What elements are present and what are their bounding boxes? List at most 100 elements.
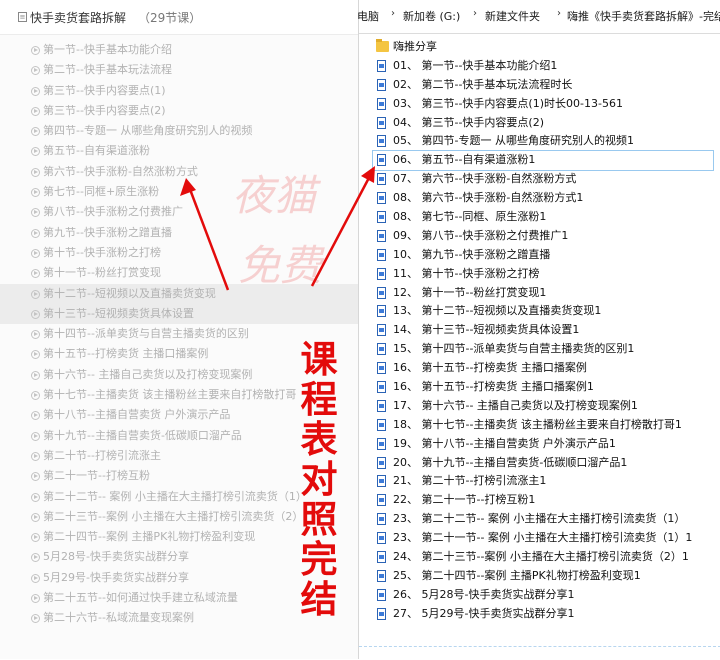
file-item[interactable]: 27、 5月29号-快手卖货实战群分享1 [373, 605, 713, 624]
lesson-title: 第八节--快手涨粉之付费推广 [43, 205, 183, 219]
collapse-icon[interactable]: ≡ [18, 12, 27, 22]
breadcrumb-computer[interactable]: 电脑 [357, 8, 379, 24]
video-file-icon [377, 211, 386, 224]
breadcrumb-separator-icon: › [557, 8, 561, 19]
lesson-title: 第十六节-- 主播自己卖货以及打榜变现案例 [43, 367, 253, 381]
lesson-title: 5月29号-快手卖货实战群分享 [43, 570, 189, 584]
lesson-item[interactable]: 第三节--快手内容要点(2) [0, 101, 362, 121]
lesson-title: 第二节--快手基本玩法流程 [43, 63, 172, 77]
folder-icon [376, 39, 389, 52]
video-file-icon [377, 267, 386, 280]
play-circle-icon [31, 391, 40, 401]
folder-item[interactable]: 嗨推分享 [373, 38, 713, 57]
video-file-icon [377, 513, 386, 526]
video-file-icon [377, 59, 386, 72]
lesson-title: 第六节--快手涨粉-自然涨粉方式 [43, 164, 198, 178]
lesson-title: 5月28号-快手卖货实战群分享 [43, 550, 189, 564]
file-item[interactable]: 16、 第十五节--打榜卖货 主播口播案例 [373, 359, 713, 378]
play-circle-icon [31, 614, 40, 624]
file-item[interactable]: 02、 第二节--快手基本玩法流程时长 [373, 76, 713, 95]
file-item[interactable]: 14、 第十三节--短视频卖货具体设置1 [373, 321, 713, 340]
lesson-title: 第十二节--短视频以及直播卖货变现 [43, 286, 216, 300]
video-file-icon [377, 494, 386, 507]
video-file-icon [377, 192, 386, 205]
file-name: 23、 第二十二节-- 案例 小主播在大主播打榜引流卖货（1） [393, 512, 686, 526]
file-item[interactable]: 03、 第三节--快手内容要点(1)时长00-13-561 [373, 95, 713, 114]
video-file-icon [377, 135, 386, 148]
file-item[interactable]: 16、 第十五节--打榜卖货 主播口播案例1 [373, 378, 713, 397]
lesson-item[interactable]: 第十二节--短视频以及直播卖货变现 [0, 283, 362, 304]
file-name: 02、 第二节--快手基本玩法流程时长 [393, 77, 573, 91]
lesson-item[interactable]: 第十节--快手涨粉之打榜 [0, 243, 362, 263]
play-circle-icon [31, 573, 40, 583]
file-name: 10、 第九节--快手涨粉之蹭直播 [393, 247, 551, 261]
video-file-icon [377, 569, 386, 582]
lesson-item[interactable]: 第一节--快手基本功能介绍 [0, 40, 362, 60]
lesson-title: 第四节--专题一 从哪些角度研究别人的视频 [43, 124, 253, 138]
file-item[interactable]: 10、 第九节--快手涨粉之蹭直播 [373, 246, 713, 265]
lesson-item[interactable]: 第十三节--短视频卖货具体设置 [0, 303, 362, 325]
file-item[interactable]: 01、 第一节--快手基本功能介绍1 [373, 57, 713, 76]
video-file-icon [377, 97, 386, 110]
file-item[interactable]: 22、 第二十一节--打榜互粉1 [373, 491, 713, 510]
lesson-item[interactable]: 第九节--快手涨粉之蹭直播 [0, 223, 362, 243]
video-file-icon [377, 324, 386, 337]
file-item[interactable]: 08、 第六节--快手涨粉-自然涨粉方式1 [373, 189, 713, 208]
lesson-item[interactable]: 第七节--同框+原生涨粉 [0, 182, 362, 202]
lesson-item[interactable]: 第十一节--粉丝打赏变现 [0, 263, 362, 283]
breadcrumb-new-folder[interactable]: 新建文件夹 [485, 8, 540, 24]
lesson-item[interactable]: 第八节--快手涨粉之付费推广 [0, 202, 362, 222]
file-item[interactable]: 26、 5月28号-快手卖货实战群分享1 [373, 586, 713, 605]
file-name: 03、 第三节--快手内容要点(1)时长00-13-561 [393, 96, 623, 110]
video-file-icon [377, 532, 386, 545]
lesson-title: 第二十五节--如何通过快手建立私域流量 [43, 591, 238, 605]
file-item[interactable]: 09、 第八节--快手涨粉之付费推广1 [373, 227, 713, 246]
file-item[interactable]: 18、 第十七节--主播卖货 该主播粉丝主要来自打榜散打哥1 [373, 416, 713, 435]
file-item[interactable]: 12、 第十一节--粉丝打赏变现1 [373, 284, 713, 303]
play-circle-icon [31, 370, 40, 380]
play-circle-icon [31, 431, 40, 441]
file-item[interactable]: 08、 第七节--同框、原生涨粉1 [373, 208, 713, 227]
play-circle-icon [31, 512, 40, 522]
file-item[interactable]: 19、 第十八节--主播自营卖货 户外演示产品1 [373, 435, 713, 454]
breadcrumb-drive[interactable]: 新加卷 (G:) [403, 8, 460, 24]
play-circle-icon [31, 147, 40, 157]
video-file-icon [377, 456, 386, 469]
address-bar[interactable]: 电脑 › 新加卷 (G:) › 新建文件夹 › 嗨推《快手卖货套路拆解》-完结 [357, 0, 720, 34]
file-item[interactable]: 17、 第十六节-- 主播自己卖货以及打榜变现案例1 [373, 397, 713, 416]
play-circle-icon [31, 594, 40, 604]
lesson-item[interactable]: 第三节--快手内容要点(1) [0, 81, 362, 101]
file-item[interactable]: 07、 第六节--快手涨粉-自然涨粉方式 [373, 170, 713, 189]
file-item[interactable]: 06、 第五节--自有渠道涨粉1 [372, 150, 714, 172]
file-item[interactable]: 15、 第十四节--派单卖货与自营主播卖货的区别1 [373, 340, 713, 359]
lesson-title: 第二十六节--私域流量变现案例 [43, 611, 194, 625]
play-circle-icon [31, 289, 40, 299]
file-item[interactable]: 21、 第二十节--打榜引流涨主1 [373, 472, 713, 491]
lesson-item[interactable]: 第二节--快手基本玩法流程 [0, 60, 362, 80]
file-item[interactable]: 20、 第十九节--主播自营卖货-低碳顺口溜产品1 [373, 454, 713, 473]
video-file-icon [377, 607, 386, 620]
lesson-item[interactable]: 第五节--自有渠道涨粉 [0, 141, 362, 161]
lesson-item[interactable]: 第六节--快手涨粉-自然涨粉方式 [0, 162, 362, 182]
file-item[interactable]: 23、 第二十一节-- 案例 小主播在大主播打榜引流卖货（1）1 [373, 529, 713, 548]
play-circle-icon [31, 127, 40, 137]
video-file-icon [377, 305, 386, 318]
file-item[interactable]: 23、 第二十二节-- 案例 小主播在大主播打榜引流卖货（1） [373, 510, 713, 529]
file-item[interactable]: 13、 第十二节--短视频以及直播卖货变现1 [373, 302, 713, 321]
file-name: 19、 第十八节--主播自营卖货 户外演示产品1 [393, 436, 616, 450]
file-item[interactable]: 25、 第二十四节--案例 主播PK礼物打榜盈利变现1 [373, 567, 713, 586]
play-circle-icon [31, 451, 40, 461]
play-circle-icon [31, 330, 40, 340]
file-item[interactable]: 24、 第二十三节--案例 小主播在大主播打榜引流卖货（2）1 [373, 548, 713, 567]
play-circle-icon [31, 46, 40, 55]
play-circle-icon [31, 106, 40, 116]
lesson-item[interactable]: 第四节--专题一 从哪些角度研究别人的视频 [0, 121, 362, 141]
breadcrumb-course-folder[interactable]: 嗨推《快手卖货套路拆解》-完结 [567, 8, 720, 24]
file-name: 24、 第二十三节--案例 小主播在大主播打榜引流卖货（2）1 [393, 550, 689, 564]
file-item[interactable]: 05、 第四节-专题一 从哪些角度研究别人的视频1 [373, 132, 713, 151]
lesson-title: 第二十一节--打榜互粉 [43, 469, 150, 483]
course-header: ≡ 快手卖货套路拆解 （29节课） [0, 0, 362, 35]
file-item[interactable]: 11、 第十节--快手涨粉之打榜 [373, 265, 713, 284]
file-item[interactable]: 04、 第三节--快手内容要点(2) [373, 114, 713, 133]
lesson-title: 第十节--快手涨粉之打榜 [43, 245, 161, 259]
